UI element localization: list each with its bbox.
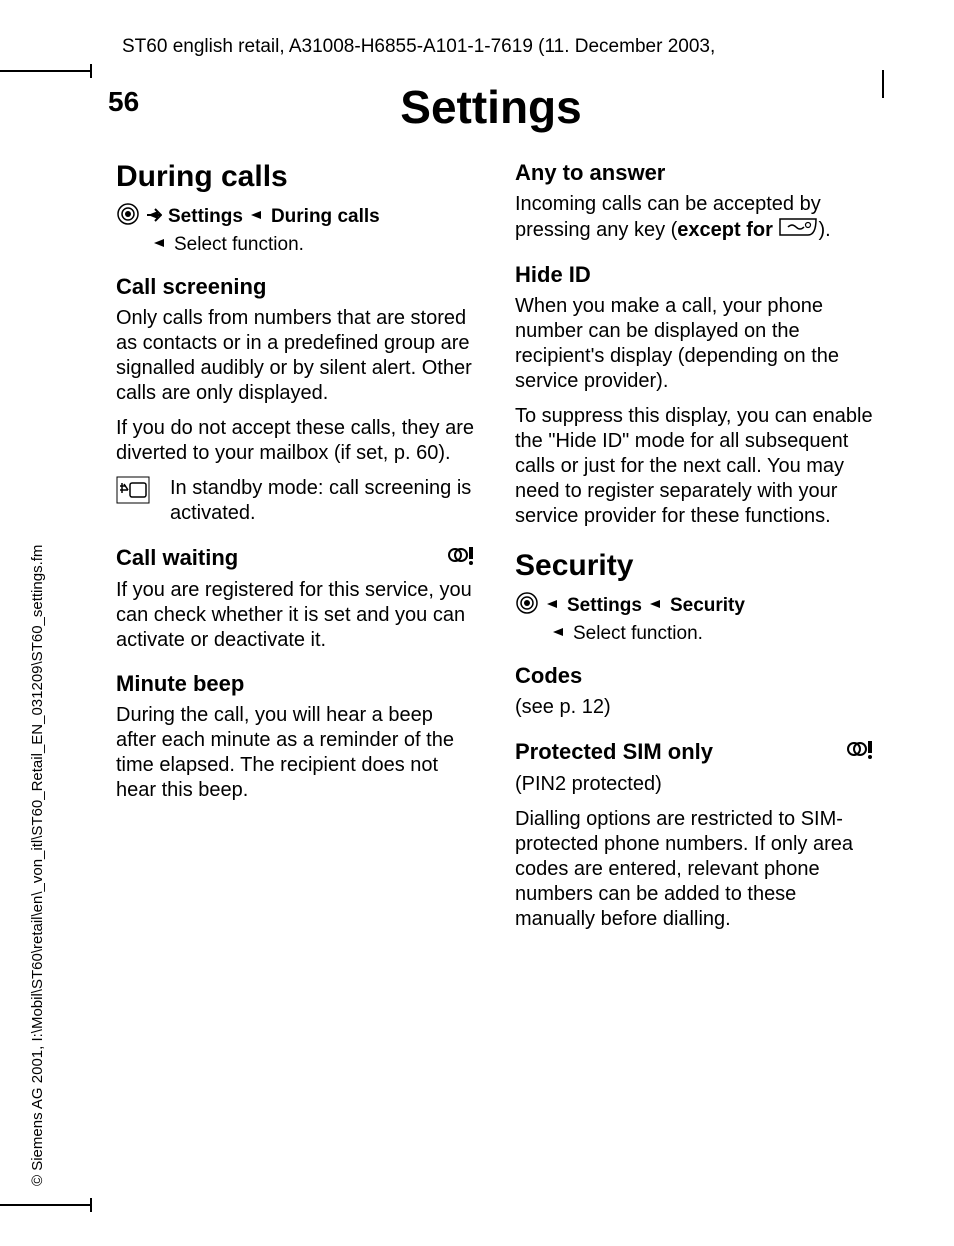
page-title: Settings	[108, 80, 874, 134]
heading-any-to-answer: Any to answer	[515, 160, 874, 186]
right-column: Any to answer Incoming calls can be acce…	[515, 160, 874, 942]
arrow-icon	[152, 234, 168, 256]
standby-icon-row: In standby mode: call screening is activ…	[116, 476, 475, 526]
arrow-icon	[146, 206, 162, 228]
call-screening-desc: Only calls from numbers that are stored …	[116, 306, 475, 406]
protected-sim-pin2: (PIN2 protected)	[515, 772, 874, 797]
minute-beep-desc: During the call, you will hear a beep af…	[116, 703, 475, 803]
crop-mark-tl	[0, 70, 90, 72]
nav-settings-label2: Settings	[567, 595, 642, 617]
hide-id-desc1: When you make a call, your phone number …	[515, 294, 874, 394]
crop-mark-tr	[882, 70, 884, 98]
heading-call-waiting: Call waiting	[116, 544, 475, 572]
nav-path-select: Select function.	[116, 234, 475, 256]
document-header: ST60 english retail, A31008-H6855-A101-1…	[122, 36, 874, 58]
codes-ref: (see p. 12)	[515, 695, 874, 720]
nav-settings-label: Settings	[168, 206, 243, 228]
nav-path-during-calls: Settings During calls	[116, 202, 475, 232]
heading-protected-sim: Protected SIM only	[515, 738, 874, 766]
arrow-icon	[648, 595, 664, 617]
protected-sim-desc: Dialling options are restricted to SIM-p…	[515, 807, 874, 932]
call-screening-desc2: If you do not accept these calls, they a…	[116, 416, 475, 466]
hide-id-desc2: To suppress this display, you can enable…	[515, 404, 874, 529]
nav-during-calls-label: During calls	[271, 206, 380, 228]
navkey-icon	[515, 591, 539, 621]
nav-path-select2: Select function.	[515, 623, 874, 645]
arrow-icon	[249, 206, 265, 228]
heading-hide-id: Hide ID	[515, 262, 874, 288]
any-to-answer-desc: Incoming calls can be accepted by pressi…	[515, 192, 874, 244]
arrow-icon	[545, 595, 561, 617]
crop-mark-bl	[0, 1204, 90, 1206]
heading-minute-beep: Minute beep	[116, 671, 475, 697]
arrow-icon	[551, 623, 567, 645]
left-column: During calls Settings During calls Selec…	[116, 160, 475, 942]
call-screening-icon	[116, 476, 150, 526]
content-area: During calls Settings During calls Selec…	[116, 160, 874, 942]
provider-dependent-icon	[846, 738, 874, 766]
nav-path-security: Settings Security	[515, 591, 874, 621]
section-security: Security	[515, 549, 874, 583]
section-during-calls: During calls	[116, 160, 475, 194]
standby-text: In standby mode: call screening is activ…	[170, 476, 475, 526]
provider-dependent-icon	[447, 544, 475, 572]
navkey-icon	[116, 202, 140, 232]
call-waiting-desc: If you are registered for this service, …	[116, 578, 475, 653]
heading-codes: Codes	[515, 663, 874, 689]
nav-select-function2: Select function.	[573, 623, 703, 645]
nav-select-function: Select function.	[174, 234, 304, 256]
sidebar-copyright: © Siemens AG 2001, I:\Mobil\ST60\retail\…	[29, 545, 46, 1186]
heading-call-screening: Call screening	[116, 274, 475, 300]
page-header-row: 56 Settings	[108, 86, 874, 118]
nav-security-label: Security	[670, 595, 745, 617]
end-key-icon	[778, 217, 818, 244]
